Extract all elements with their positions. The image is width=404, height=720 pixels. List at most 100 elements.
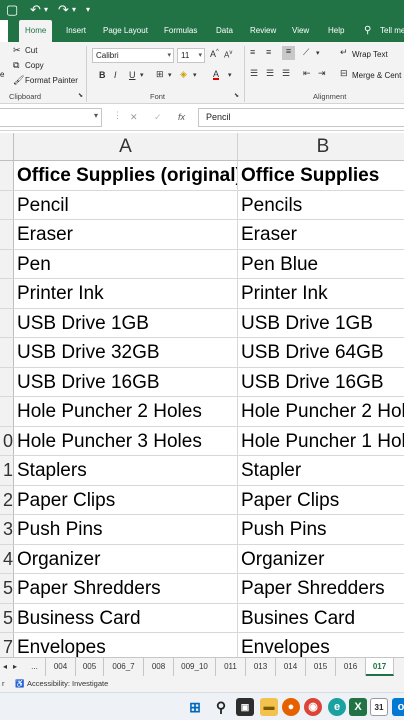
file-tab-edge[interactable] (0, 20, 8, 42)
fill-color-icon[interactable]: ◈ (180, 69, 187, 80)
row-header[interactable] (0, 161, 14, 191)
chevron-down-icon[interactable]: ▾ (140, 71, 144, 79)
accessibility-status[interactable]: Accessibility: Investigate (27, 676, 108, 692)
chevron-down-icon[interactable]: ▾ (193, 71, 197, 79)
save-icon[interactable]: ▢ (6, 2, 18, 18)
firefox-icon[interactable]: ● (282, 698, 300, 716)
outlook-icon[interactable]: o (392, 698, 404, 716)
row-header[interactable]: 7 (0, 633, 14, 657)
tab-formulas[interactable]: Formulas (164, 20, 197, 42)
cell-a[interactable]: Pen (14, 249, 238, 279)
cell-b[interactable]: Paper Shredders (238, 574, 404, 604)
merge-center-icon[interactable]: ⊟ (340, 68, 348, 79)
cell-b[interactable]: Envelopes (238, 633, 404, 657)
tab-review[interactable]: Review (250, 20, 276, 42)
cell-b[interactable]: Hole Puncher 1 Hole (238, 427, 404, 456)
tab-help[interactable]: Help (328, 20, 344, 42)
row-header[interactable]: 1 (0, 456, 14, 486)
copy-button[interactable]: Copy (25, 61, 44, 70)
cell-a[interactable]: Pencil (14, 190, 238, 220)
chevron-down-icon[interactable]: ▾ (316, 49, 320, 57)
tab-data[interactable]: Data (216, 20, 233, 42)
wrap-text-button[interactable]: Wrap Text (352, 50, 388, 59)
redo-dropdown-icon[interactable]: ▾ (72, 5, 76, 14)
font-size-select[interactable]: 11 ▾ (177, 48, 205, 63)
undo-icon[interactable]: ↶ (30, 2, 41, 18)
increase-indent-icon[interactable]: ⇥ (318, 68, 326, 79)
sheet-tab[interactable]: 004 (46, 658, 76, 676)
cell-b[interactable]: Push Pins (238, 515, 404, 545)
row-header[interactable] (0, 279, 14, 309)
paste-button-edge[interactable]: e (0, 70, 4, 79)
column-header-b[interactable]: B (238, 133, 404, 161)
cell-a[interactable]: Printer Ink (14, 279, 238, 309)
cell-b[interactable]: Pencils (238, 191, 404, 220)
excel-icon[interactable]: X (349, 698, 367, 716)
borders-icon[interactable]: ⊞ (156, 69, 164, 80)
row-header[interactable] (0, 397, 14, 427)
wrap-text-icon[interactable]: ↵ (340, 47, 348, 58)
cell-a[interactable]: Push Pins (14, 515, 238, 545)
name-box[interactable]: ▾ (0, 108, 102, 127)
sheet-tab[interactable]: 005 (76, 658, 104, 676)
row-header[interactable] (0, 220, 14, 250)
cell-a[interactable]: USB Drive 32GB (14, 338, 238, 368)
calendar-icon[interactable]: 31 (370, 698, 388, 716)
cell-a[interactable]: USB Drive 1GB (14, 308, 238, 338)
cell-a[interactable]: USB Drive 16GB (14, 367, 238, 397)
row-header[interactable]: 3 (0, 515, 14, 545)
align-top-icon[interactable]: ≡ (250, 47, 255, 57)
sheet-tab[interactable]: 014 (276, 658, 306, 676)
sheet-tab[interactable]: 008 (144, 658, 174, 676)
row-header[interactable] (0, 249, 14, 279)
cut-icon[interactable]: ✂ (13, 45, 21, 56)
sheet-tab[interactable]: 009_10 (174, 658, 216, 676)
column-header-a[interactable]: A (14, 133, 238, 161)
cell-b[interactable]: Organizer (238, 545, 404, 574)
row-header[interactable] (0, 367, 14, 397)
select-all-corner[interactable] (0, 133, 14, 161)
italic-button[interactable]: I (114, 70, 117, 80)
cell-b[interactable]: Stapler (238, 456, 404, 486)
cell-b[interactable]: Hole Puncher 2 Holes (238, 397, 404, 427)
cell-a[interactable]: Envelopes (14, 633, 238, 657)
chrome-icon[interactable]: ◉ (304, 698, 322, 716)
tab-insert[interactable]: Insert (66, 20, 86, 42)
clipboard-launcher-icon[interactable]: ⬊ (78, 92, 83, 99)
sheet-tab[interactable]: ... (24, 658, 46, 676)
chevron-down-icon[interactable]: ▾ (94, 111, 98, 120)
cell-a[interactable]: Paper Shredders (14, 574, 238, 604)
copy-icon[interactable]: ⧉ (13, 60, 19, 71)
row-header[interactable]: 2 (0, 485, 14, 515)
cell-b[interactable]: Paper Clips (238, 486, 404, 515)
row-header[interactable]: 4 (0, 544, 14, 574)
cell-a[interactable]: Business Card (14, 603, 238, 633)
cell-a[interactable]: Organizer (14, 544, 238, 574)
cell-b[interactable]: USB Drive 1GB (238, 309, 404, 338)
insert-function-icon[interactable]: fx (178, 112, 185, 122)
align-bottom-icon[interactable]: ≡ (282, 46, 295, 60)
row-header[interactable]: 5 (0, 603, 14, 633)
windows-start-icon[interactable]: ⊞ (186, 698, 204, 716)
sheet-tab[interactable]: 015 (306, 658, 336, 676)
scroll-sheets-right-icon[interactable]: ▸ (10, 658, 20, 676)
tab-view[interactable]: View (292, 20, 309, 42)
row-header[interactable] (0, 338, 14, 368)
cell-b[interactable]: Pen Blue (238, 250, 404, 279)
cell-b[interactable]: Office Supplies (238, 161, 404, 191)
formula-input[interactable]: Pencil (198, 108, 404, 127)
undo-dropdown-icon[interactable]: ▾ (44, 5, 48, 14)
task-view-icon[interactable]: ▣ (236, 698, 254, 716)
chevron-down-icon[interactable]: ▾ (228, 71, 232, 79)
row-header[interactable] (0, 308, 14, 338)
decrease-font-size-icon[interactable]: Av (224, 50, 232, 60)
bold-button[interactable]: B (99, 70, 106, 80)
redo-icon[interactable]: ↷ (58, 2, 69, 18)
align-left-icon[interactable]: ☰ (250, 68, 258, 79)
edge-icon[interactable]: e (328, 698, 346, 716)
cell-a[interactable]: Office Supplies (original) (14, 161, 238, 191)
accessibility-icon[interactable]: ♿ (15, 676, 24, 692)
scroll-sheets-left-icon[interactable]: ◂ (0, 658, 10, 676)
cell-a[interactable]: Eraser (14, 220, 238, 250)
font-name-select[interactable]: Calibri ▾ (92, 48, 174, 63)
